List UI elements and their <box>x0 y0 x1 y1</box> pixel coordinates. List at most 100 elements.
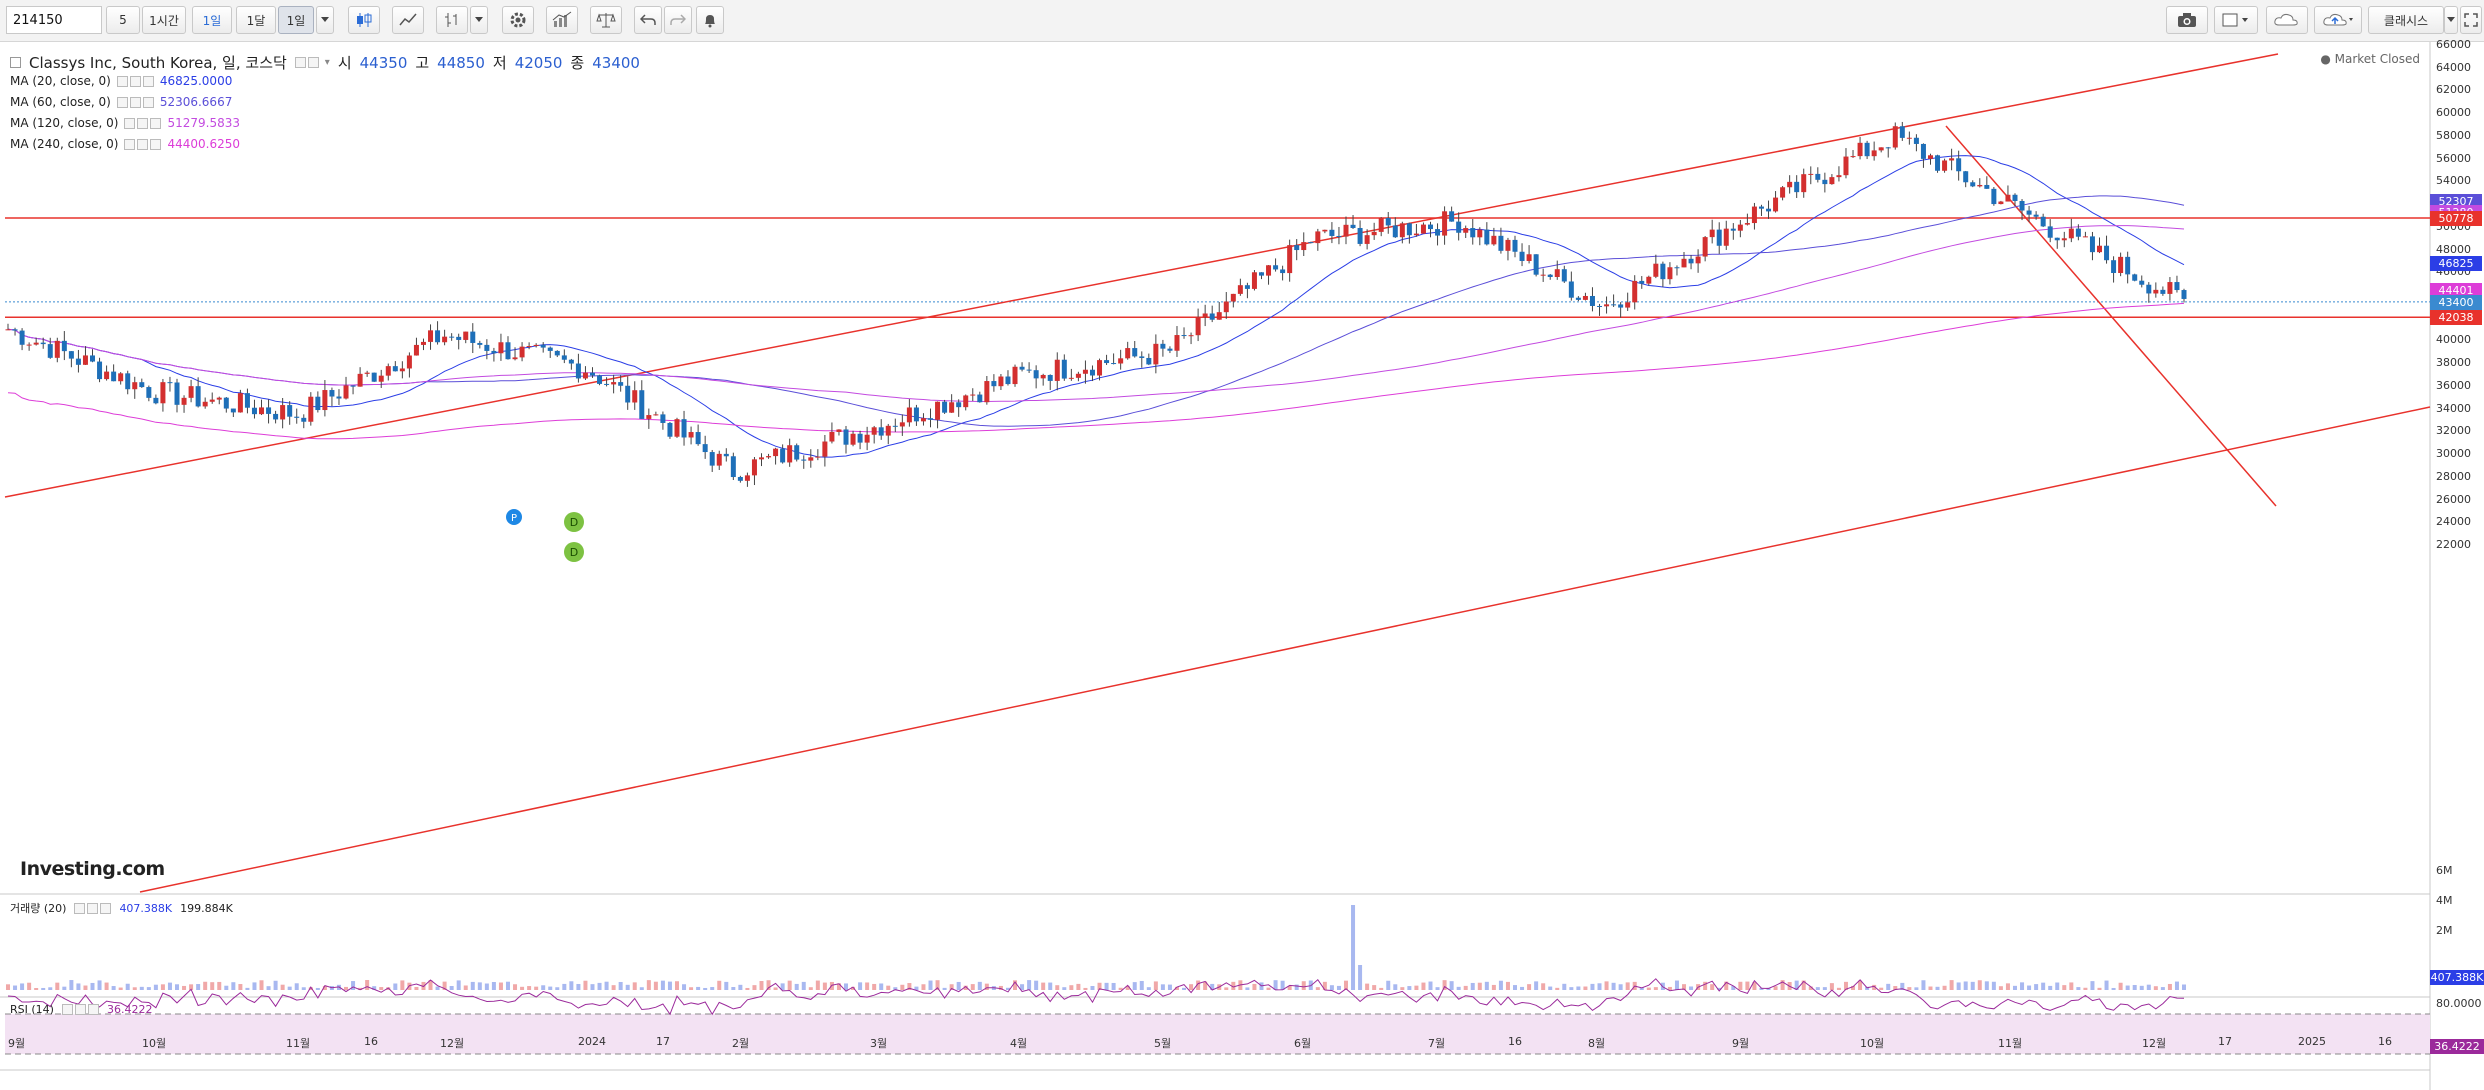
candle-body <box>2167 282 2173 294</box>
candle-body <box>632 390 638 403</box>
candle-body <box>625 385 631 403</box>
layout-button[interactable] <box>2214 6 2258 34</box>
candle-body <box>519 346 525 358</box>
candle-body <box>251 407 257 415</box>
redo-button[interactable] <box>664 6 692 34</box>
price-chart-svg[interactable]: P D D <box>0 42 2484 1090</box>
screenshot-button[interactable] <box>2166 6 2208 34</box>
interval-dropdown-arrow[interactable] <box>316 6 334 34</box>
volume-bar <box>139 986 144 990</box>
interval-1month-button[interactable]: 1달 <box>236 6 276 34</box>
chart-area[interactable]: P D D Classys Inc, South Korea, 일, 코스닥 ▾… <box>0 38 2484 1090</box>
candle-body <box>1223 301 1229 313</box>
ma20-legend[interactable]: MA (20, close, 0) 46825.0000 <box>10 74 232 88</box>
candle-body <box>1681 258 1687 268</box>
volume-bar <box>590 984 595 990</box>
title-legend-controls[interactable]: ▾ <box>294 57 330 68</box>
ma60-label: MA (60, close, 0) <box>10 95 111 109</box>
volume-bar <box>111 986 116 990</box>
bar-style-button[interactable] <box>436 6 468 34</box>
candle-body <box>575 363 581 379</box>
line-style-button[interactable] <box>392 6 424 34</box>
volume-bar <box>2132 985 2137 990</box>
ma240-legend[interactable]: MA (240, close, 0) 44400.6250 <box>10 137 240 151</box>
volume-bar <box>696 986 701 990</box>
downtrend-line[interactable] <box>1945 125 2277 507</box>
volume-bar <box>879 983 884 990</box>
candle-body <box>336 396 342 399</box>
candle-body <box>667 422 673 437</box>
candle-body <box>167 382 173 384</box>
candle-body <box>674 419 680 437</box>
ma-line-240 <box>7 302 2185 440</box>
candle-body <box>97 361 103 380</box>
channel-lower-trendline[interactable] <box>139 406 2431 893</box>
volume-bar <box>2069 982 2074 990</box>
date-axis-label: 3월 <box>870 1037 888 1050</box>
date-axis-label: 2월 <box>732 1037 750 1050</box>
candle-body <box>1343 224 1349 237</box>
candle-body <box>730 456 736 478</box>
volume-bar <box>1266 987 1271 990</box>
channel-upper-trendline[interactable] <box>4 53 2279 498</box>
symbol-name-dropdown-arrow[interactable] <box>2444 6 2458 34</box>
volume-bar <box>1034 980 1039 990</box>
candle-body <box>1878 147 1884 151</box>
indicators-button[interactable] <box>546 6 578 34</box>
volume-value-1: 407.388K <box>119 901 173 915</box>
candle-body <box>2125 256 2131 275</box>
candlestick-style-button[interactable] <box>348 6 380 34</box>
marker-d-1[interactable]: D <box>564 512 584 532</box>
symbol-name-dropdown[interactable]: 클래시스 <box>2368 6 2444 34</box>
candle-body <box>1639 280 1645 284</box>
candle-body <box>1505 239 1511 251</box>
candle-body <box>1456 221 1462 233</box>
candle-body <box>435 330 441 343</box>
compare-button[interactable] <box>590 6 622 34</box>
candle-body <box>132 382 138 390</box>
ma120-legend[interactable]: MA (120, close, 0) 51279.5833 <box>10 116 240 130</box>
marker-p[interactable]: P <box>506 509 522 525</box>
volume-bar <box>1956 982 1961 990</box>
volume-bar <box>2174 981 2179 990</box>
interval-select-button[interactable]: 1일 <box>278 6 314 34</box>
interval-1day-button[interactable]: 1일 <box>192 6 232 34</box>
candle-body <box>1378 217 1384 232</box>
candle-body <box>1801 174 1807 193</box>
settings-button[interactable] <box>502 6 534 34</box>
interval-1hour-button[interactable]: 1시간 <box>142 6 186 34</box>
scale-icon <box>596 13 616 28</box>
volume-bar <box>1414 985 1419 990</box>
candle-body <box>1822 179 1828 185</box>
marker-d-2[interactable]: D <box>564 542 584 562</box>
ma60-legend[interactable]: MA (60, close, 0) 52306.6667 <box>10 95 232 109</box>
volume-bar <box>1618 984 1623 990</box>
cloud-save-button[interactable] <box>2314 6 2362 34</box>
candle-body <box>1392 225 1398 238</box>
candle-body <box>350 385 356 387</box>
candle-body <box>1885 147 1891 149</box>
rsi-tag: 36.4222 <box>2430 1039 2484 1054</box>
candle-body <box>998 376 1004 387</box>
undo-button[interactable] <box>634 6 662 34</box>
candle-body <box>1371 231 1377 236</box>
cloud-load-button[interactable] <box>2266 6 2308 34</box>
volume-bar <box>1351 905 1356 990</box>
volume-bar <box>583 980 588 990</box>
collapse-legend-icon[interactable] <box>10 57 21 68</box>
volume-bar <box>175 984 180 990</box>
volume-legend[interactable]: 거래량 (20) 407.388K 199.884K <box>10 900 233 916</box>
volume-bar <box>1653 987 1658 990</box>
volume-bar <box>252 982 257 990</box>
fullscreen-button[interactable] <box>2460 6 2482 34</box>
symbol-input[interactable] <box>6 6 102 34</box>
volume-bar <box>1062 987 1067 990</box>
rsi-legend[interactable]: RSI (14) 36.4222 <box>10 1003 152 1016</box>
volume-bar <box>1597 983 1602 990</box>
volume-bar <box>315 987 320 990</box>
interval-5min-button[interactable]: 5 <box>106 6 140 34</box>
candle-body <box>357 373 363 387</box>
alert-button[interactable] <box>696 6 724 34</box>
chart-type-dropdown[interactable] <box>470 6 488 34</box>
volume-bar <box>245 987 250 990</box>
